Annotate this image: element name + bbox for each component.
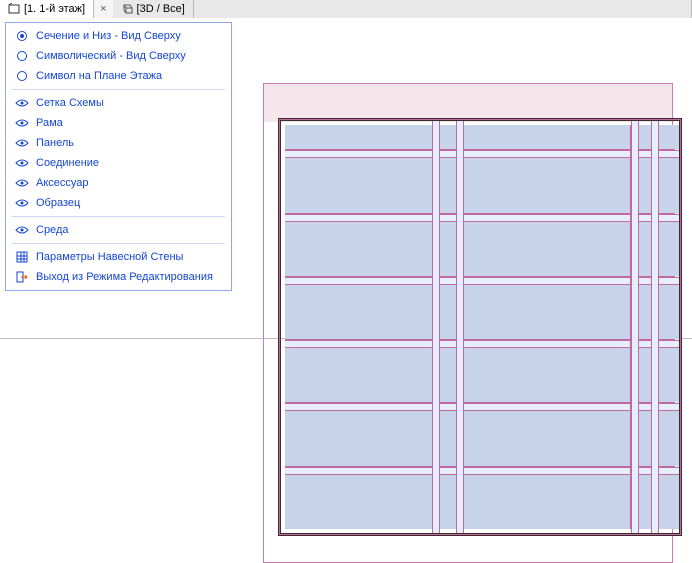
tab-floor-1[interactable]: [1. 1-й этаж]	[0, 0, 94, 18]
eye-icon	[14, 156, 30, 170]
eye-icon	[14, 136, 30, 150]
menu-curtain-wall-settings[interactable]: Параметры Навесной Стены	[6, 247, 231, 267]
menu-toggle-frame[interactable]: Рама	[6, 113, 231, 133]
curtain-wall-context-menu: Сечение и Низ - Вид Сверху Символический…	[5, 22, 232, 291]
tab-close-button[interactable]: ×	[94, 3, 112, 15]
menu-toggle-panel[interactable]: Панель	[6, 133, 231, 153]
eye-icon	[14, 96, 30, 110]
eye-icon	[14, 196, 30, 210]
menu-label: Сетка Схемы	[36, 95, 104, 111]
menu-label: Рама	[36, 115, 63, 131]
menu-toggle-environment[interactable]: Среда	[6, 220, 231, 240]
menu-separator	[12, 243, 225, 244]
menu-label: Сечение и Низ - Вид Сверху	[36, 28, 181, 44]
menu-toggle-junction[interactable]: Соединение	[6, 153, 231, 173]
menu-label: Соединение	[36, 155, 99, 171]
radio-on-icon	[14, 29, 30, 43]
menu-label: Аксессуар	[36, 175, 89, 191]
radio-off-icon	[14, 69, 30, 83]
menu-label: Символ на Плане Этажа	[36, 68, 162, 84]
tab-3d-all[interactable]: [3D / Все]	[113, 0, 194, 18]
tab-label: [3D / Все]	[137, 3, 185, 15]
tab-strip: [1. 1-й этаж] × [3D / Все]	[0, 0, 692, 19]
menu-separator	[12, 89, 225, 90]
eye-icon	[14, 176, 30, 190]
menu-exit-edit-mode[interactable]: Выход из Режима Редактирования	[6, 267, 231, 287]
menu-toggle-accessory[interactable]: Аксессуар	[6, 173, 231, 193]
curtain-wall-frame[interactable]	[278, 118, 682, 536]
menu-label: Параметры Навесной Стены	[36, 249, 183, 265]
menu-view-symbolic[interactable]: Символический - Вид Сверху	[6, 46, 231, 66]
menu-view-section-bottom[interactable]: Сечение и Низ - Вид Сверху	[6, 26, 231, 46]
radio-off-icon	[14, 49, 30, 63]
menu-label: Образец	[36, 195, 80, 211]
exit-icon	[14, 270, 30, 284]
cube-icon	[121, 3, 133, 15]
menu-label: Среда	[36, 222, 68, 238]
menu-label: Панель	[36, 135, 74, 151]
eye-icon	[14, 116, 30, 130]
menu-separator	[12, 216, 225, 217]
eye-icon	[14, 223, 30, 237]
close-icon: ×	[100, 3, 106, 15]
grid-icon	[14, 250, 30, 264]
plan-icon	[8, 3, 20, 15]
menu-toggle-pattern[interactable]: Образец	[6, 193, 231, 213]
menu-label: Выход из Режима Редактирования	[36, 269, 213, 285]
tab-label: [1. 1-й этаж]	[24, 3, 85, 15]
curtain-wall-grid	[285, 125, 675, 529]
menu-label: Символический - Вид Сверху	[36, 48, 186, 64]
menu-toggle-scheme-grid[interactable]: Сетка Схемы	[6, 93, 231, 113]
menu-view-plan-symbol[interactable]: Символ на Плане Этажа	[6, 66, 231, 86]
tab-filler	[194, 0, 692, 18]
